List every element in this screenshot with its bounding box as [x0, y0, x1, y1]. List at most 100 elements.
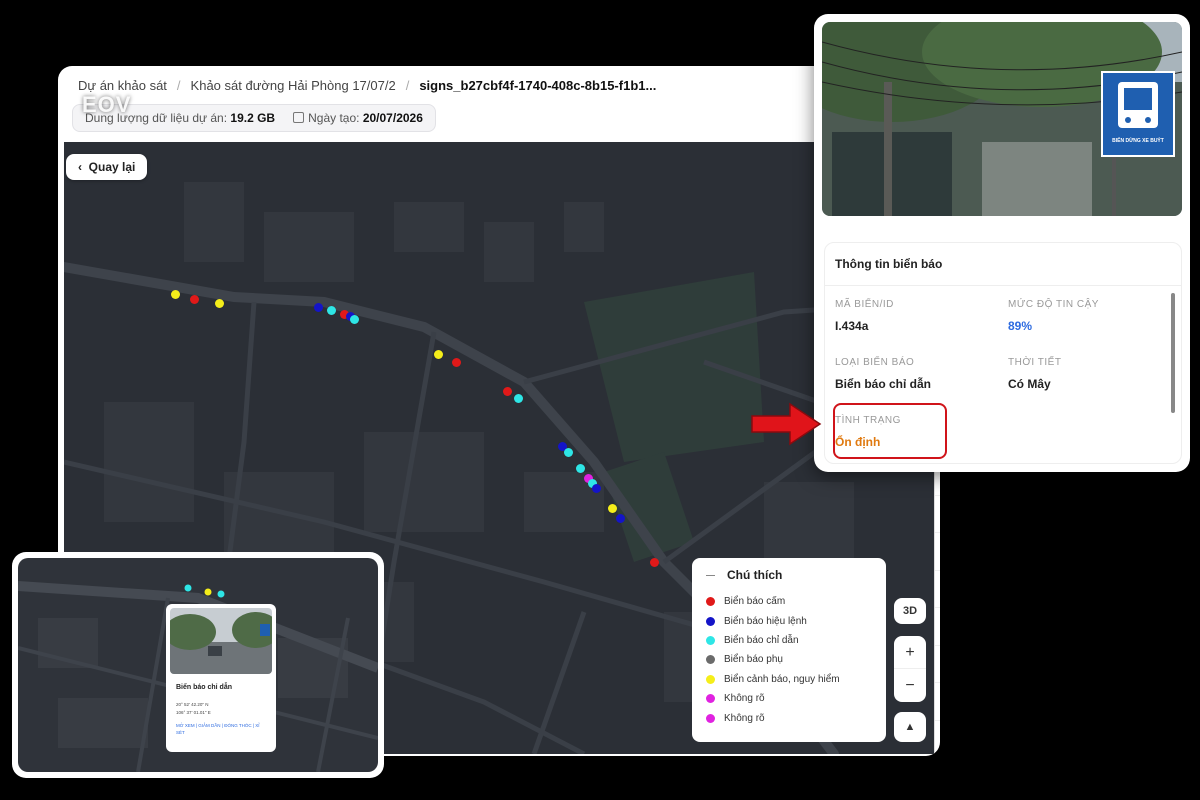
weather-label: THỜI TIẾT: [1008, 357, 1062, 368]
legend-item-label: Biển báo chỉ dẫn: [724, 634, 799, 646]
confidence-value: 89%: [1008, 319, 1033, 333]
info-scrollbar[interactable]: [1171, 293, 1175, 413]
logo: EOV: [82, 92, 132, 117]
sign-marker[interactable]: [514, 394, 523, 403]
sign-list-row[interactable]: 7Biển báo chỉ dẫn: [935, 496, 940, 533]
stage: Dự án khảo sát / Khảo sát đường Hải Phòn…: [0, 0, 1200, 800]
sign-marker[interactable]: [215, 299, 224, 308]
legend-dot-icon: [706, 713, 715, 723]
map-legend: Chú thích Biển báo cấm Biển báo hiệu lệnh…: [692, 558, 886, 742]
sign-marker[interactable]: [171, 290, 180, 299]
sign-marker[interactable]: [350, 315, 359, 324]
zoom-control: + −: [894, 636, 926, 702]
sign-list-number: 13: [935, 733, 940, 745]
sign-list-number: 10: [935, 620, 940, 632]
sign-info-card: Thông tin biển báo MÃ BIỂN/ID I.434a MỨC…: [824, 242, 1182, 464]
sign-marker[interactable]: [327, 306, 336, 315]
sign-list-number: 7: [935, 508, 940, 520]
sign-marker[interactable]: [452, 358, 461, 367]
legend-dot-icon: [706, 694, 715, 704]
legend-item-label: Không rõ: [724, 712, 765, 724]
3d-toggle-button[interactable]: 3D: [894, 598, 926, 624]
sign-marker[interactable]: [434, 350, 443, 359]
sign-marker[interactable]: [190, 295, 199, 304]
photo-sign-text: BIẾN DỪNG XE BUÝT: [1112, 138, 1164, 144]
legend-item: Biển báo hiệu lệnh: [706, 611, 872, 630]
legend-item-label: Biển cảnh báo, nguy hiểm: [724, 673, 840, 685]
inset-map-canvas[interactable]: Biển báo chỉ dẫn 20° 52' 42.20" N 106° 3…: [18, 558, 378, 772]
sign-list-row[interactable]: 12Biển báo chỉ dẫn: [935, 683, 940, 721]
sign-marker[interactable]: [503, 387, 512, 396]
legend-item: Biển báo cấm: [706, 592, 872, 611]
legend-item: Không rõ: [706, 689, 872, 708]
breadcrumb-separator: /: [176, 78, 181, 93]
sign-list-row[interactable]: 11Biển báo chỉ dẫn: [935, 646, 940, 683]
chevron-left-icon: ‹: [78, 160, 82, 174]
legend-dot-icon: [706, 674, 715, 684]
legend-dot-icon: [706, 655, 715, 665]
type-value: Biển báo chỉ dẫn: [835, 377, 932, 391]
back-button[interactable]: ‹ Quay lại: [66, 154, 148, 180]
popup-title: Biển báo chỉ dẫn: [176, 684, 233, 691]
sign-info-panel: BIẾN DỪNG XE BUÝT Thông tin biển báo MÃ …: [814, 14, 1190, 472]
breadcrumb-separator: /: [405, 78, 410, 93]
sign-list-number: 12: [935, 695, 940, 707]
sign-marker[interactable]: [314, 303, 323, 312]
popup-lat: 20° 52' 42.20" N: [176, 702, 209, 707]
sign-list-number: 9: [935, 583, 940, 595]
breadcrumb-current: signs_b27cbf4f-1740-408c-8b15-f1b1...: [419, 78, 657, 93]
legend-item-label: Biển báo hiệu lệnh: [724, 615, 807, 627]
legend-item: Biển cảnh báo, nguy hiểm: [706, 670, 872, 689]
status-highlight: [833, 403, 947, 459]
pointer-arrow-icon: [751, 402, 822, 446]
sign-list-number: 6: [935, 470, 940, 482]
zoom-out-button[interactable]: −: [894, 669, 926, 702]
created-info: Ngày tạo: 20/07/2026: [293, 111, 423, 125]
sign-list: 6Biển báo phụ7Biển báo chỉ dẫn8Biển báo …: [934, 458, 940, 756]
breadcrumb: Dự án khảo sát / Khảo sát đường Hải Phòn…: [78, 78, 656, 93]
inset-map-preview: Biển báo chỉ dẫn 20° 52' 42.20" N 106° 3…: [12, 552, 384, 778]
type-label: LOẠI BIỂN BÁO: [835, 357, 915, 368]
legend-item: Không rõ: [706, 708, 872, 727]
weather-value: Có Mây: [1008, 377, 1051, 391]
sign-marker[interactable]: [564, 448, 573, 457]
street-photo: [822, 22, 1182, 216]
breadcrumb-project[interactable]: Khảo sát đường Hải Phòng 17/07/2: [191, 78, 396, 93]
sign-marker[interactable]: [592, 484, 601, 493]
sign-id-label: MÃ BIỂN/ID: [835, 299, 894, 310]
legend-item-label: Biển báo phụ: [724, 654, 783, 666]
sign-marker[interactable]: [576, 464, 585, 473]
popup-actions[interactable]: MỞ XEM | GIẢM DẦN | ĐÓNG THÓC | XỈ SÉT: [176, 722, 268, 736]
sign-marker[interactable]: [650, 558, 659, 567]
calendar-icon: [293, 112, 305, 123]
legend-dot-icon: [706, 597, 715, 607]
sign-list-row[interactable]: 10Biển báo hiệu lệnh: [935, 608, 940, 646]
breadcrumb-root[interactable]: Dự án khảo sát: [78, 78, 167, 93]
confidence-label: MỨC ĐỘ TIN CẬY: [1008, 299, 1099, 310]
sign-marker[interactable]: [616, 514, 625, 523]
compass-button[interactable]: ▲: [894, 712, 926, 742]
legend-items: Biển báo cấm Biển báo hiệu lệnh Biển báo c…: [706, 592, 872, 728]
legend-item: Biển báo phụ: [706, 650, 872, 669]
sign-photo: BIẾN DỪNG XE BUÝT: [822, 22, 1182, 216]
legend-dot-icon: [706, 635, 715, 645]
sign-id-value: I.434a: [835, 319, 869, 333]
sign-list-row[interactable]: 9Biển báo cấm: [935, 571, 940, 608]
legend-header[interactable]: Chú thích: [706, 568, 872, 582]
sign-list-number: 11: [935, 658, 940, 670]
popup-photo: [170, 608, 272, 674]
sign-list-row[interactable]: 8Biển báo chỉ dẫn: [935, 533, 940, 571]
sign-list-rows: 6Biển báo phụ7Biển báo chỉ dẫn8Biển báo …: [935, 458, 940, 756]
legend-item-label: Biển báo cấm: [724, 596, 786, 608]
legend-item-label: Không rõ: [724, 693, 765, 705]
zoom-in-button[interactable]: +: [894, 636, 926, 669]
legend-item: Biển báo chỉ dẫn: [706, 631, 872, 650]
legend-dot-icon: [706, 616, 715, 626]
sign-list-number: 8: [935, 545, 940, 557]
sign-popup[interactable]: Biển báo chỉ dẫn 20° 52' 42.20" N 106° 3…: [166, 604, 276, 752]
collapse-icon[interactable]: [706, 574, 715, 576]
sign-list-row[interactable]: 13Biển báo cấm: [935, 721, 940, 757]
info-title: Thông tin biển báo: [825, 243, 1181, 286]
sign-marker[interactable]: [608, 504, 617, 513]
popup-lng: 106° 37' 01.01" E: [176, 710, 211, 715]
